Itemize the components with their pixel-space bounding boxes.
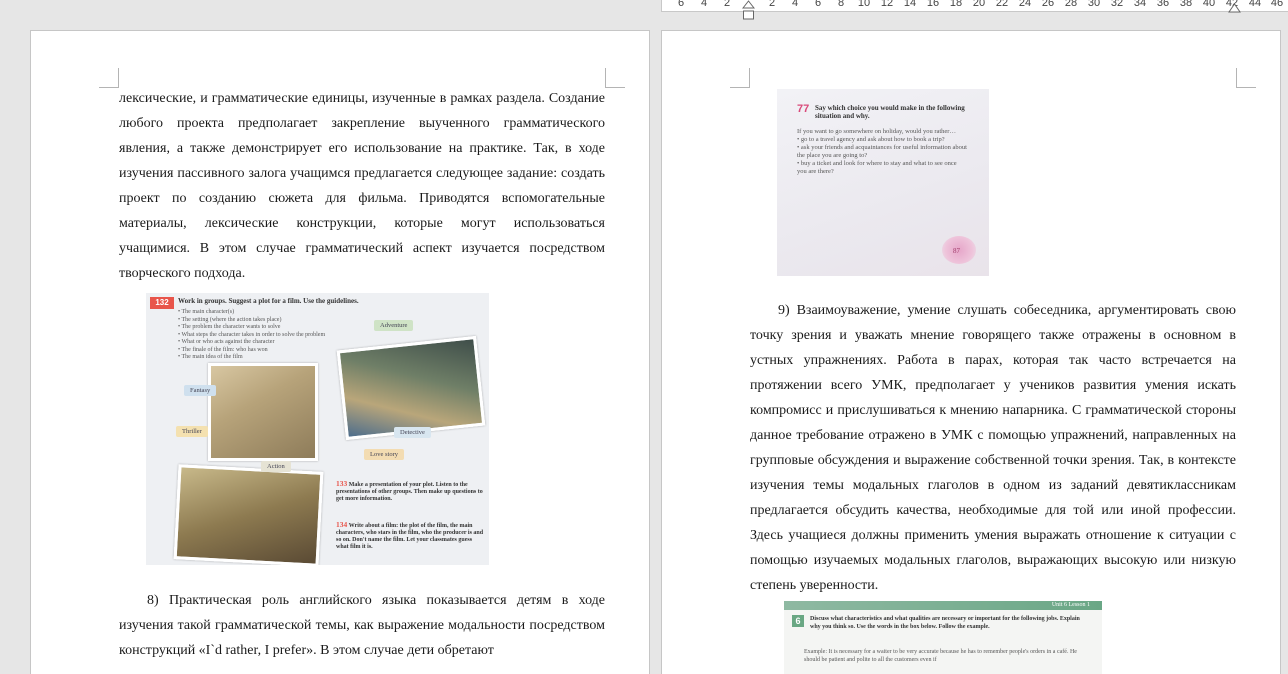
exercise-title: Discuss what characteristics and what qu…	[810, 616, 1080, 630]
list-item: • What or who acts against the character	[178, 339, 275, 345]
ruler-number: 4	[700, 0, 708, 9]
exercise-133: 133 Make a presentation of your plot. Li…	[336, 480, 486, 503]
ruler-number: 22	[995, 0, 1009, 9]
exercise-intro: If you want to go somewhere on holiday, …	[797, 128, 956, 135]
genre-tag-thriller: Thriller	[176, 426, 208, 437]
list-item: • buy a ticket and look for where to sta…	[797, 160, 957, 175]
exercise-title: Say which choice you would make in the f…	[815, 104, 965, 120]
ruler-number: 4	[791, 0, 799, 9]
exercise-number: 133	[336, 479, 348, 488]
ruler-number: 12	[880, 0, 894, 9]
ruler-number: 40	[1202, 0, 1216, 9]
exercise-number: 6	[792, 615, 804, 627]
genre-tag-detective: Detective	[394, 427, 431, 438]
ruler-number: 6	[677, 0, 685, 9]
ruler-number: 44	[1248, 0, 1262, 9]
list-item: • The main idea of the film	[178, 354, 243, 360]
body-text-block[interactable]: 8) Практическая роль английского языка п…	[119, 588, 605, 663]
list-item: • The problem the character wants to sol…	[178, 324, 281, 330]
ruler-number: 26	[1041, 0, 1055, 9]
guideline-list: • The main character(s) • The setting (w…	[178, 309, 325, 362]
illustration-city-scene	[336, 335, 486, 441]
genre-tag-love-story: Love story	[364, 449, 404, 460]
unit-header-bar: Unit 6 Lesson 1	[784, 601, 1102, 610]
list-item: • ask your friends and acquaintances for…	[797, 144, 967, 159]
body-text-block[interactable]: 9) Взаимоуважение, умение слушать собесе…	[750, 298, 1236, 598]
ruler-number: 14	[903, 0, 917, 9]
ruler-number: 34	[1133, 0, 1147, 9]
paragraph[interactable]: 9) Взаимоуважение, умение слушать собесе…	[750, 298, 1236, 598]
genre-tag-action: Action	[261, 461, 291, 472]
exercise-number: 132	[150, 297, 174, 309]
body-text-block[interactable]: лексические, и грамматические единицы, и…	[119, 86, 605, 286]
margin-corner-mark	[99, 68, 119, 88]
list-item: • The finale of the film: who has won	[178, 346, 268, 353]
exercise-text: Make a presentation of your plot. Listen…	[336, 482, 483, 502]
margin-corner-mark	[730, 68, 750, 88]
horizontal-ruler[interactable]: 6 4 2 2 4 6 8 10 12 14 16 18 20 22 24 26…	[661, 0, 1288, 20]
textbook-figure-6: Unit 6 Lesson 1 6 Discuss what character…	[784, 601, 1102, 674]
exercise-number: 134	[336, 520, 348, 529]
list-item: • The setting (where the action takes pl…	[178, 316, 282, 323]
right-indent-marker[interactable]	[1228, 0, 1241, 20]
exercise-number: 77	[797, 103, 810, 115]
margin-corner-mark	[605, 68, 625, 88]
ruler-number: 2	[723, 0, 731, 9]
paragraph[interactable]: 8) Практическая роль английского языка п…	[119, 588, 605, 663]
first-line-indent-marker[interactable]	[742, 0, 755, 20]
textbook-page-number: 87	[953, 247, 960, 255]
ruler-number: 8	[837, 0, 845, 9]
margin-corner-mark	[1236, 68, 1256, 88]
exercise-example: Example: It is necessary for a waiter to…	[804, 649, 1077, 663]
textbook-figure-77: 77 Say which choice you would make in th…	[777, 89, 989, 276]
ruler-number: 38	[1179, 0, 1193, 9]
illustration-street-scene	[208, 363, 318, 461]
genre-tag-adventure: Adventure	[374, 320, 414, 331]
genre-tag-fantasy: Fantasy	[184, 385, 217, 396]
ruler-number: 36	[1156, 0, 1170, 9]
exercise-134: 134 Write about a film: the plot of the …	[336, 521, 486, 551]
ruler-number: 10	[857, 0, 871, 9]
ruler-number: 6	[814, 0, 822, 9]
list-item: • What steps the character takes in orde…	[178, 331, 326, 338]
ruler-number: 18	[949, 0, 963, 9]
ruler-number: 2	[768, 0, 776, 9]
ruler-number: 28	[1064, 0, 1078, 9]
ruler-number: 30	[1087, 0, 1101, 9]
paragraph[interactable]: лексические, и грамматические единицы, и…	[119, 86, 605, 286]
exercise-body: If you want to go somewhere on holiday, …	[797, 128, 967, 176]
ruler-number: 16	[926, 0, 940, 9]
unit-header-text: Unit 6 Lesson 1	[1051, 602, 1090, 608]
exercise-text: Write about a film: the plot of the film…	[336, 523, 484, 550]
list-item: • go to a travel agency and ask about ho…	[797, 136, 945, 143]
textbook-figure-132: 132 Work in groups. Suggest a plot for a…	[146, 293, 489, 565]
exercise-title: Work in groups. Suggest a plot for a fil…	[178, 297, 359, 305]
list-item: • The main character(s)	[178, 309, 235, 315]
ruler-number: 24	[1018, 0, 1032, 9]
illustration-adventure-scene	[173, 464, 324, 565]
document-page-left[interactable]: лексические, и грамматические единицы, и…	[30, 30, 650, 674]
ruler-number: 20	[972, 0, 986, 9]
ruler-number: 32	[1110, 0, 1124, 9]
ruler-number: 46	[1270, 0, 1284, 9]
document-page-right[interactable]: 77 Say which choice you would make in th…	[661, 30, 1281, 674]
